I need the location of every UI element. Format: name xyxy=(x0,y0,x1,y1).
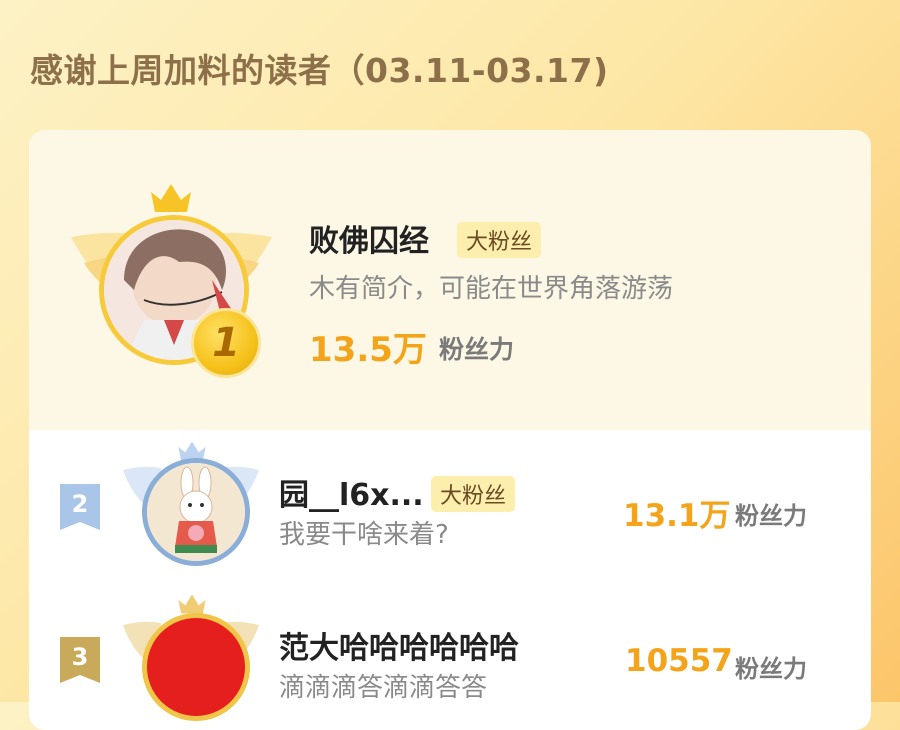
crown-icon xyxy=(151,184,191,212)
fan-power-value: 13.5万 xyxy=(309,330,427,370)
rank-ribbon-2: 2 xyxy=(60,484,100,530)
medal-rank-1: 1 xyxy=(191,308,261,378)
rabbit-cartoon-avatar-icon xyxy=(147,463,245,561)
reader-row[interactable]: 3 范大哈哈哈哈哈哈 滴滴滴答滴滴答答 10557 粉丝力 xyxy=(29,585,871,730)
reader-intro: 木有简介，可能在世界角落游荡 xyxy=(309,274,674,304)
reader-name: 范大哈哈哈哈哈哈 xyxy=(279,631,519,666)
page-title: 感谢上周加料的读者（03.11-03.17) xyxy=(30,51,609,90)
reader-row[interactable]: 2 园__l6x... 大粉丝 我要干啥来着? 13.1万 粉丝力 xyxy=(29,430,871,580)
avatar[interactable] xyxy=(142,613,250,721)
fan-power-label: 粉丝力 xyxy=(735,655,807,683)
reader-intro: 滴滴滴答滴滴答答 xyxy=(279,673,488,703)
fan-badge: 大粉丝 xyxy=(457,222,542,258)
avatar[interactable] xyxy=(142,458,250,566)
rank-number: 3 xyxy=(71,643,89,671)
fan-badge: 大粉丝 xyxy=(431,476,516,512)
reader-name: 败佛囚经 xyxy=(309,224,429,259)
fan-power-value: 10557 xyxy=(625,643,733,679)
reader-card: 1 败佛囚经 大粉丝 木有简介，可能在世界角落游荡 13.5万 粉丝力 2 园_… xyxy=(29,130,871,730)
top-reader-entry[interactable]: 1 败佛囚经 大粉丝 木有简介，可能在世界角落游荡 13.5万 粉丝力 xyxy=(29,130,871,430)
fan-power-value: 13.1万 xyxy=(623,498,731,534)
fan-power-label: 粉丝力 xyxy=(439,335,515,364)
rank-ribbon-3: 3 xyxy=(60,637,100,683)
crown-icon xyxy=(178,594,206,614)
reader-name: 园__l6x... xyxy=(279,478,424,513)
fan-power-label: 粉丝力 xyxy=(735,502,807,530)
rank-number: 2 xyxy=(71,490,89,518)
reader-intro: 我要干啥来着? xyxy=(279,520,449,550)
